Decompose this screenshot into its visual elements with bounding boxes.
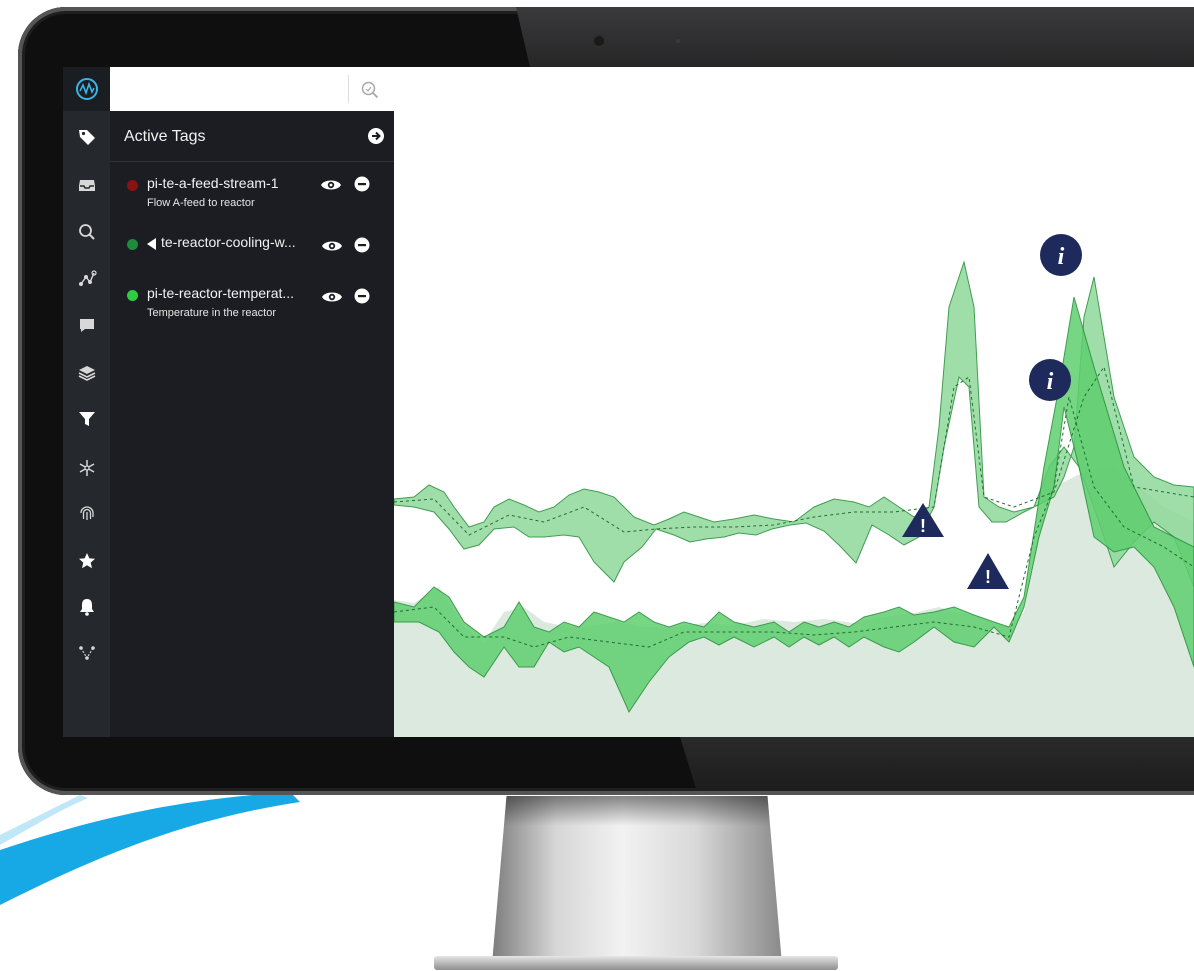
caret-left-icon[interactable] <box>147 238 157 250</box>
info-marker[interactable]: i <box>1040 234 1082 276</box>
search-icon <box>78 224 95 240</box>
arrow-right-circle-icon[interactable] <box>366 126 386 146</box>
tag-item[interactable]: te-reactor-cooling-w... <box>110 230 394 282</box>
comment-icon <box>79 319 94 332</box>
remove-circle-icon[interactable] <box>354 288 370 304</box>
active-tags-title: Active Tags <box>124 128 206 145</box>
graph-icon <box>78 270 97 286</box>
camera-icon <box>594 36 604 46</box>
logo-icon <box>75 78 98 100</box>
tag-icon <box>78 130 95 145</box>
fingerprint-icon <box>79 506 94 520</box>
tag-color-dot <box>127 239 138 250</box>
monitor-stand-neck <box>492 796 782 964</box>
zoom-search-icon <box>361 81 379 99</box>
svg-text:i: i <box>1047 369 1054 395</box>
tag-item[interactable]: pi-te-reactor-temperat... Temperature in… <box>110 281 394 333</box>
svg-text:!: ! <box>920 516 926 536</box>
rail-search-button[interactable] <box>63 215 110 249</box>
rail-comments-button[interactable] <box>63 308 110 342</box>
rail-network-button[interactable] <box>63 636 110 670</box>
search-button[interactable] <box>356 76 384 104</box>
remove-circle-icon[interactable] <box>354 176 370 192</box>
layers-icon <box>78 366 95 381</box>
inbox-icon <box>78 180 95 191</box>
sensor-dot <box>676 39 680 43</box>
tag-name: pi-te-reactor-temperat... <box>147 285 295 301</box>
search-input[interactable] <box>110 67 360 111</box>
tag-color-dot <box>127 180 138 191</box>
rail-fingerprint-button[interactable] <box>63 496 110 530</box>
rail-favorites-button[interactable] <box>63 544 110 578</box>
filter-icon <box>78 412 95 426</box>
tag-description: Flow A-feed to reactor <box>147 197 255 209</box>
tag-name: pi-te-a-feed-stream-1 <box>147 175 279 191</box>
bell-icon <box>79 599 94 616</box>
eye-icon[interactable] <box>321 289 343 305</box>
active-tags-header: Active Tags <box>110 111 394 162</box>
warning-marker[interactable]: ! <box>967 553 1009 589</box>
bezel-sheen <box>516 7 1194 67</box>
network-icon <box>78 646 95 660</box>
rail-tags-button[interactable] <box>63 120 110 154</box>
search-box <box>110 67 394 111</box>
snowflake-icon <box>79 460 94 476</box>
svg-text:i: i <box>1058 244 1065 270</box>
eye-icon[interactable] <box>321 238 343 254</box>
rail-alerts-button[interactable] <box>63 590 110 624</box>
rail-graph-button[interactable] <box>63 262 110 296</box>
icon-rail <box>63 67 110 737</box>
svg-text:!: ! <box>985 567 991 587</box>
star-icon <box>78 553 95 569</box>
rail-inbox-button[interactable] <box>63 168 110 202</box>
tag-description: Temperature in the reactor <box>147 307 277 319</box>
tag-color-dot <box>127 290 138 301</box>
tag-item[interactable]: pi-te-a-feed-stream-1 Flow A-feed to rea… <box>110 171 394 223</box>
monitor-stand-base <box>434 956 838 970</box>
tag-name: te-reactor-cooling-w... <box>161 234 296 250</box>
trend-chart-area[interactable]: i i ! ! <box>394 67 1194 737</box>
bezel-sheen-bottom <box>680 737 1194 789</box>
app-screen: Active Tags pi-te-a-feed-stream-1 Flow A… <box>63 67 1194 737</box>
search-divider <box>348 75 349 103</box>
rail-filter-button[interactable] <box>63 402 110 436</box>
rail-snowflake-button[interactable] <box>63 451 110 485</box>
remove-circle-icon[interactable] <box>354 237 370 253</box>
eye-icon[interactable] <box>320 177 342 193</box>
app-logo[interactable] <box>63 67 110 111</box>
info-marker[interactable]: i <box>1029 359 1071 401</box>
tags-panel: Active Tags pi-te-a-feed-stream-1 Flow A… <box>110 67 394 737</box>
rail-layers-button[interactable] <box>63 356 110 390</box>
trend-chart[interactable]: i i ! ! <box>394 67 1194 737</box>
